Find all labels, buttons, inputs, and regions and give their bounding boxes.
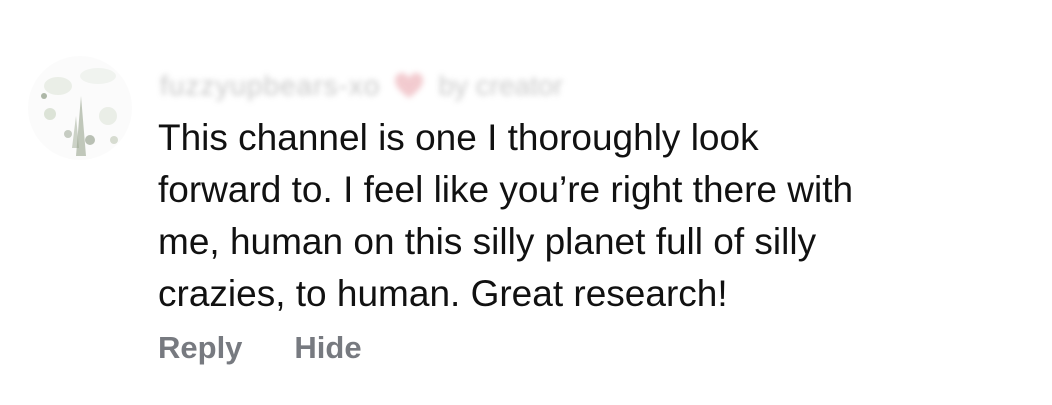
comment-text: This channel is one I thoroughly look fo… (158, 112, 1028, 320)
avatar[interactable] (28, 56, 132, 160)
avatar-image (28, 56, 132, 160)
comment-actions: Reply Hide (158, 330, 362, 366)
reply-button[interactable]: Reply (158, 330, 242, 366)
likes-label: by creator (438, 70, 563, 101)
heart-icon (394, 72, 424, 100)
hide-button[interactable]: Hide (294, 330, 361, 366)
username[interactable]: fuzzyupbears-xo (160, 70, 380, 102)
comment-line: crazies, to human. Great research! (158, 273, 728, 314)
comment: fuzzyupbears-xo by creator This channel … (0, 0, 1052, 405)
comment-line: This channel is one I thoroughly look (158, 117, 759, 158)
comment-line: forward to. I feel like you’re right the… (158, 169, 854, 210)
comment-header: fuzzyupbears-xo by creator (160, 66, 563, 106)
comment-line: me, human on this silly planet full of s… (158, 221, 817, 262)
